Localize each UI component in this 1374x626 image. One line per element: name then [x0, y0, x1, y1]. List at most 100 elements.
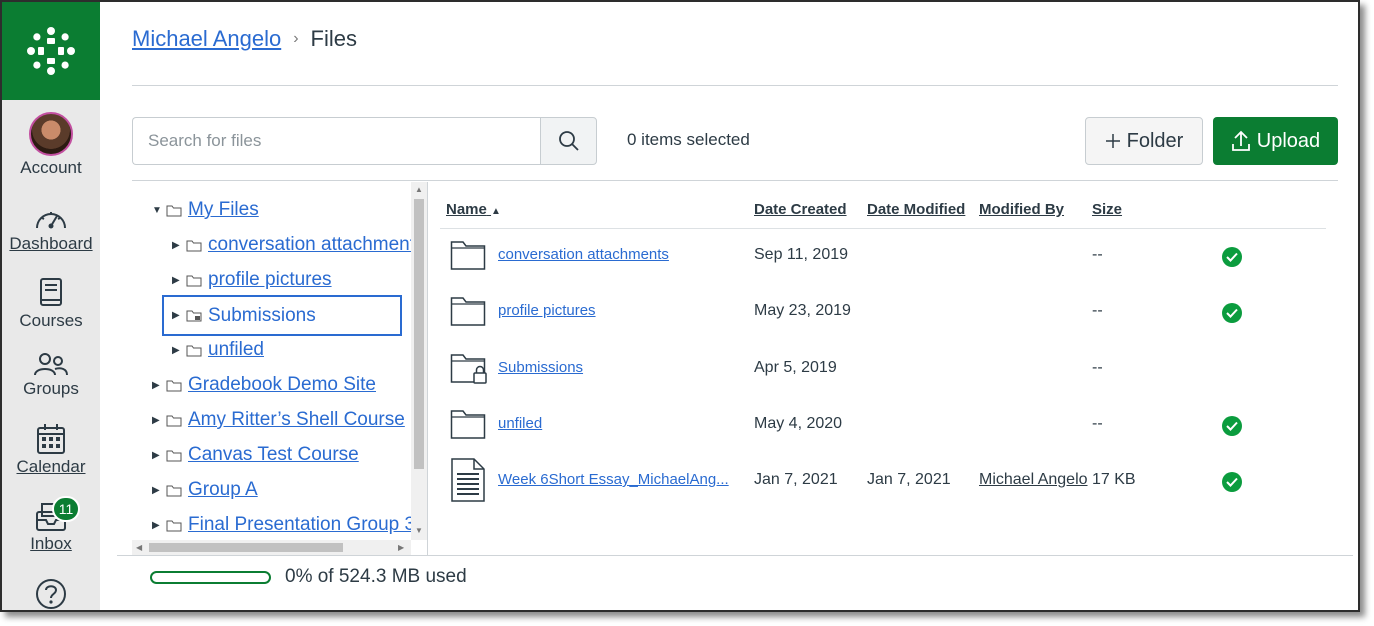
breadcrumb-user-link[interactable]: Michael Angelo	[132, 26, 281, 52]
nav-dashboard[interactable]: Dashboard	[2, 204, 100, 254]
table-row[interactable]: conversation attachments Sep 11, 2019 --	[440, 228, 1326, 284]
nav-inbox[interactable]: 11 Inbox	[2, 496, 100, 554]
help-icon	[36, 579, 66, 609]
date-created: Sep 11, 2019	[754, 246, 849, 263]
folder-icon	[166, 205, 182, 216]
nav-groups-label: Groups	[23, 379, 79, 398]
upload-label: Upload	[1256, 129, 1321, 152]
date-created: May 4, 2020	[754, 415, 843, 432]
tree-item-conversation-attachments[interactable]: ▶ conversation attachments	[172, 230, 425, 260]
scroll-up-icon[interactable]: ▲	[415, 185, 423, 194]
nav-calendar[interactable]: Calendar	[2, 423, 100, 477]
collapsed-caret-icon[interactable]: ▶	[172, 345, 186, 356]
tree-horizontal-scrollbar[interactable]: ◀ ▶	[132, 540, 411, 555]
groups-icon	[34, 353, 68, 376]
collapsed-caret-icon[interactable]: ▶	[172, 310, 186, 321]
nav-groups[interactable]: Groups	[2, 351, 100, 399]
tree-vertical-scrollbar[interactable]: ▲ ▼	[411, 182, 427, 540]
collapsed-caret-icon[interactable]: ▶	[152, 520, 166, 531]
locked-folder-icon	[450, 354, 487, 384]
tree-item-amy-ritter-shell-course[interactable]: ▶ Amy Ritter’s Shell Course	[152, 405, 405, 435]
tree-item-label: unfiled	[208, 339, 264, 360]
table-row[interactable]: unfiled May 4, 2020 --	[440, 397, 1326, 453]
nav-calendar-label: Calendar	[16, 457, 86, 476]
pane-divider	[427, 182, 428, 555]
upload-button[interactable]: Upload	[1213, 117, 1338, 165]
table-row[interactable]: Week 6Short Essay_MichaelAng... Jan 7, 2…	[440, 453, 1326, 509]
column-header-modified-by[interactable]: Modified By	[979, 201, 1064, 218]
plus-icon	[1105, 134, 1120, 148]
tree-item-label: profile pictures	[208, 269, 332, 290]
collapsed-caret-icon[interactable]: ▶	[172, 240, 186, 251]
collapsed-caret-icon[interactable]: ▶	[152, 450, 166, 461]
storage-quota-bar	[150, 571, 271, 584]
folder-icon	[450, 410, 486, 439]
courses-icon	[40, 278, 62, 306]
folder-icon	[166, 415, 182, 426]
tree-item-label: Canvas Test Course	[188, 444, 359, 465]
column-header-name[interactable]: Name ▲	[446, 201, 501, 218]
canvas-logo-icon	[27, 27, 75, 75]
published-check-icon[interactable]	[1222, 247, 1242, 267]
published-check-icon[interactable]	[1222, 303, 1242, 323]
folder-icon	[166, 450, 182, 461]
nav-help[interactable]	[2, 578, 100, 610]
collapsed-caret-icon[interactable]: ▶	[152, 380, 166, 391]
tree-item-label: Amy Ritter’s Shell Course	[188, 409, 405, 430]
file-name-link[interactable]: conversation attachments	[498, 246, 669, 263]
breadcrumb-separator-icon: ›	[293, 30, 299, 47]
tree-item-gradebook-demo-site[interactable]: ▶ Gradebook Demo Site	[152, 370, 376, 400]
scroll-right-icon[interactable]: ▶	[398, 543, 404, 552]
nav-account[interactable]: Account	[2, 112, 100, 178]
published-check-icon[interactable]	[1222, 416, 1242, 436]
file-name-link[interactable]: unfiled	[498, 415, 542, 432]
table-row[interactable]: Submissions Apr 5, 2019 --	[440, 341, 1326, 397]
tree-item-submissions[interactable]: ▶ Submissions	[162, 295, 402, 336]
file-size: --	[1092, 246, 1103, 263]
collapsed-caret-icon[interactable]: ▶	[152, 415, 166, 426]
upload-icon	[1231, 130, 1250, 151]
tree-item-label: Submissions	[208, 304, 316, 326]
column-header-size[interactable]: Size	[1092, 201, 1122, 218]
date-created: Apr 5, 2019	[754, 359, 837, 376]
tree-item-group-a[interactable]: ▶ Group A	[152, 475, 258, 505]
search-button[interactable]	[540, 117, 597, 165]
collapsed-caret-icon[interactable]: ▶	[152, 485, 166, 496]
published-check-icon[interactable]	[1222, 472, 1242, 492]
tree-item-unfiled[interactable]: ▶ unfiled	[172, 335, 264, 365]
canvas-logo[interactable]	[2, 2, 100, 100]
date-modified: Jan 7, 2021	[867, 471, 951, 488]
tree-horizontal-scroll-thumb[interactable]	[149, 543, 343, 552]
tree-vertical-scroll-thumb[interactable]	[414, 199, 424, 469]
folder-icon	[450, 297, 486, 326]
search-input[interactable]	[132, 117, 541, 165]
column-header-date-modified[interactable]: Date Modified	[867, 201, 965, 218]
nav-courses-label: Courses	[19, 311, 83, 330]
modified-by[interactable]: Michael Angelo	[979, 471, 1088, 489]
tree-item-profile-pictures[interactable]: ▶ profile pictures	[172, 265, 332, 295]
footer-divider	[117, 555, 1353, 556]
dashboard-icon	[36, 212, 66, 229]
toolbar-divider	[132, 180, 1338, 181]
tree-item-final-presentation-group[interactable]: ▶ Final Presentation Group 3	[152, 510, 415, 540]
add-folder-button[interactable]: Folder	[1085, 117, 1203, 165]
calendar-icon	[37, 424, 65, 454]
file-size: 17 KB	[1092, 471, 1136, 488]
storage-quota-text: 0% of 524.3 MB used	[285, 566, 467, 587]
scroll-down-icon[interactable]: ▼	[415, 526, 423, 535]
files-window: Account Dashboard Courses Groups Calenda…	[0, 0, 1360, 612]
scroll-left-icon[interactable]: ◀	[136, 543, 142, 552]
collapsed-caret-icon[interactable]: ▶	[172, 275, 186, 286]
column-header-date-created[interactable]: Date Created	[754, 201, 847, 218]
tree-item-my-files[interactable]: ▼ My Files	[152, 195, 259, 225]
file-name-link[interactable]: profile pictures	[498, 302, 596, 319]
selected-count: 0 items selected	[627, 130, 750, 149]
table-row[interactable]: profile pictures May 23, 2019 --	[440, 284, 1326, 340]
nav-courses[interactable]: Courses	[2, 277, 100, 331]
add-folder-label: Folder	[1126, 129, 1184, 152]
tree-item-canvas-test-course[interactable]: ▶ Canvas Test Course	[152, 440, 359, 470]
date-created: May 23, 2019	[754, 302, 851, 319]
file-name-link[interactable]: Week 6Short Essay_MichaelAng...	[498, 471, 729, 488]
expanded-caret-icon[interactable]: ▼	[152, 205, 166, 216]
file-name-link[interactable]: Submissions	[498, 359, 583, 376]
